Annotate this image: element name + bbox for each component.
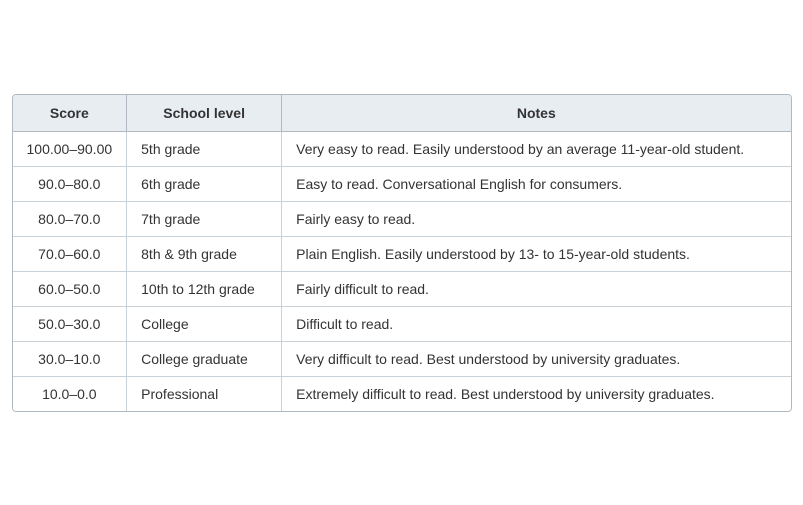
cell-school-level: 8th & 9th grade bbox=[127, 236, 282, 271]
cell-score: 70.0–60.0 bbox=[13, 236, 127, 271]
header-score: Score bbox=[13, 95, 127, 132]
cell-school-level: 5th grade bbox=[127, 131, 282, 166]
cell-school-level: College bbox=[127, 306, 282, 341]
cell-notes: Plain English. Easily understood by 13- … bbox=[282, 236, 791, 271]
cell-score: 60.0–50.0 bbox=[13, 271, 127, 306]
cell-notes: Fairly difficult to read. bbox=[282, 271, 791, 306]
table-row: 100.00–90.005th gradeVery easy to read. … bbox=[13, 131, 791, 166]
table-row: 50.0–30.0CollegeDifficult to read. bbox=[13, 306, 791, 341]
table-row: 60.0–50.010th to 12th gradeFairly diffic… bbox=[13, 271, 791, 306]
table-row: 10.0–0.0ProfessionalExtremely difficult … bbox=[13, 376, 791, 411]
cell-school-level: College graduate bbox=[127, 341, 282, 376]
cell-notes: Fairly easy to read. bbox=[282, 201, 791, 236]
cell-school-level: 7th grade bbox=[127, 201, 282, 236]
table-row: 80.0–70.07th gradeFairly easy to read. bbox=[13, 201, 791, 236]
cell-score: 100.00–90.00 bbox=[13, 131, 127, 166]
table-header-row: Score School level Notes bbox=[13, 95, 791, 132]
table-row: 70.0–60.08th & 9th gradePlain English. E… bbox=[13, 236, 791, 271]
cell-school-level: 6th grade bbox=[127, 166, 282, 201]
cell-school-level: 10th to 12th grade bbox=[127, 271, 282, 306]
cell-notes: Extremely difficult to read. Best unders… bbox=[282, 376, 791, 411]
cell-notes: Very easy to read. Easily understood by … bbox=[282, 131, 791, 166]
cell-score: 80.0–70.0 bbox=[13, 201, 127, 236]
cell-notes: Easy to read. Conversational English for… bbox=[282, 166, 791, 201]
cell-score: 50.0–30.0 bbox=[13, 306, 127, 341]
cell-score: 10.0–0.0 bbox=[13, 376, 127, 411]
cell-score: 90.0–80.0 bbox=[13, 166, 127, 201]
table-row: 90.0–80.06th gradeEasy to read. Conversa… bbox=[13, 166, 791, 201]
flesch-reading-table: Score School level Notes 100.00–90.005th… bbox=[12, 94, 792, 412]
cell-notes: Very difficult to read. Best understood … bbox=[282, 341, 791, 376]
cell-notes: Difficult to read. bbox=[282, 306, 791, 341]
cell-school-level: Professional bbox=[127, 376, 282, 411]
table-row: 30.0–10.0College graduateVery difficult … bbox=[13, 341, 791, 376]
cell-score: 30.0–10.0 bbox=[13, 341, 127, 376]
header-notes: Notes bbox=[282, 95, 791, 132]
header-school-level: School level bbox=[127, 95, 282, 132]
